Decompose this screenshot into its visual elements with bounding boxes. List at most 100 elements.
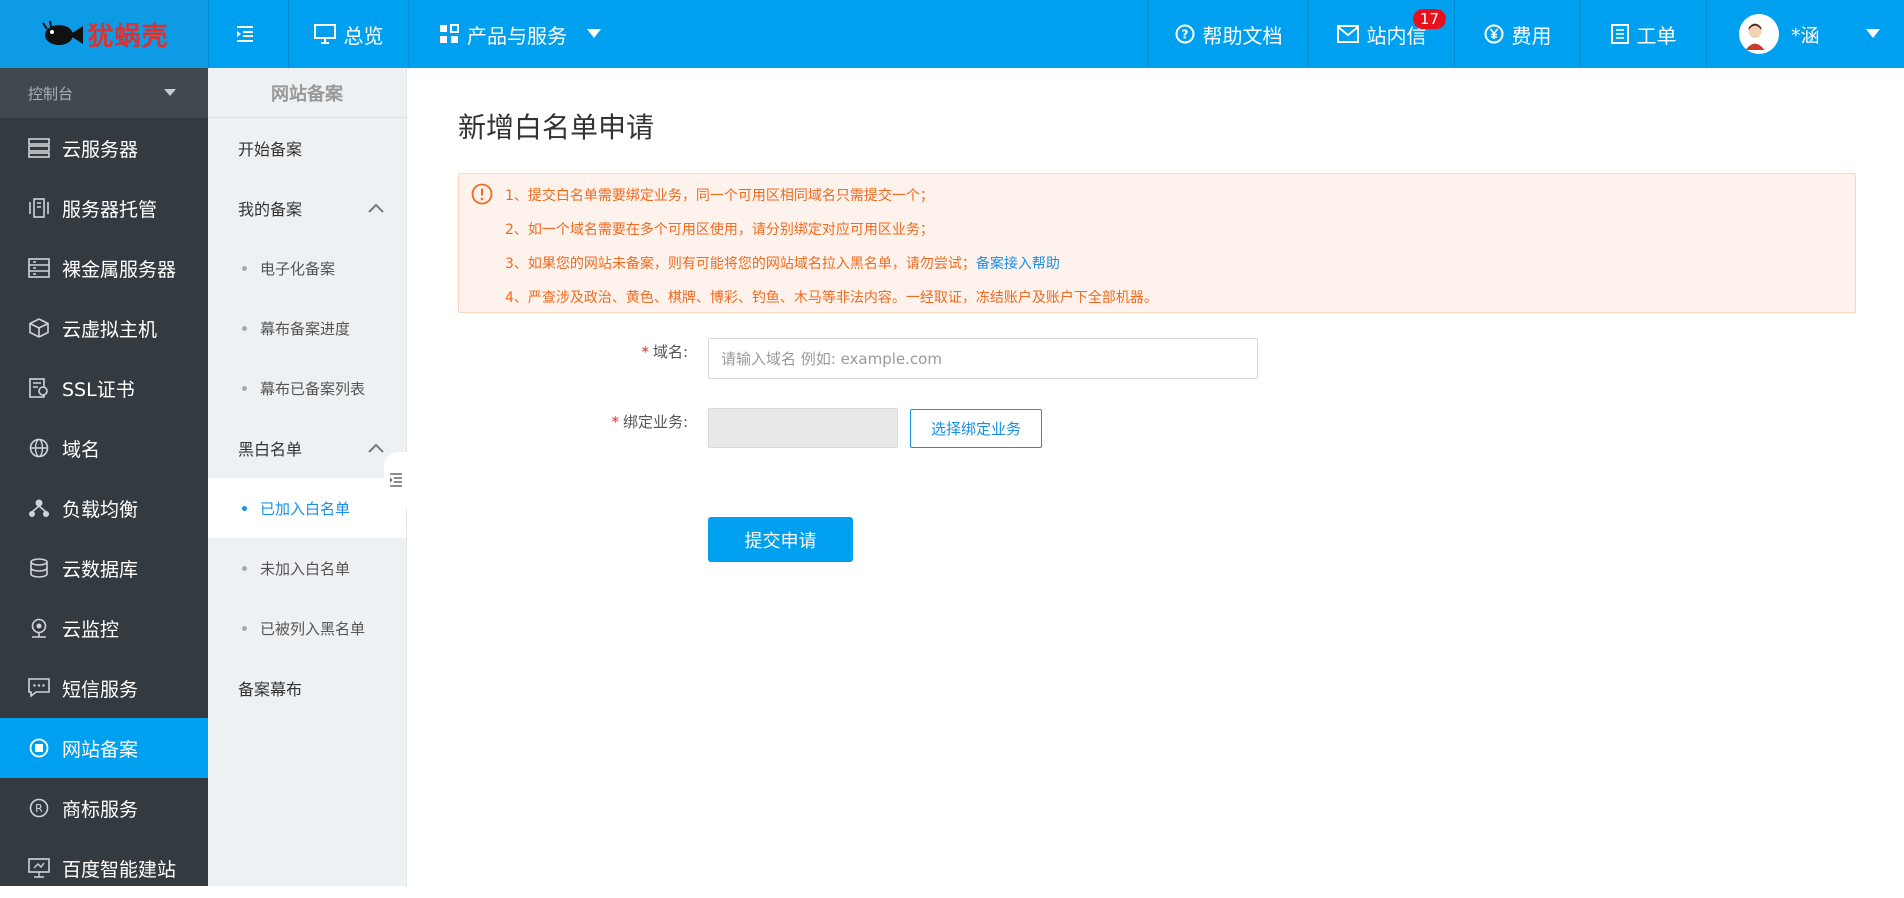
- monitor-icon: [313, 24, 336, 44]
- sidebar-item-label: 网站备案: [62, 738, 139, 761]
- notice-line-2: 2、如一个域名需要在多个可用区使用，请分别绑定对应可用区业务；: [505, 222, 934, 238]
- sidebar-item-domain[interactable]: 域名: [0, 418, 208, 478]
- submenu-item-label: 幕布备案进度: [260, 319, 351, 338]
- submenu-item-curtain-list[interactable]: 幕布已备案列表: [208, 358, 406, 418]
- warning-icon: [471, 183, 493, 205]
- bullet-dot: [242, 325, 247, 331]
- trademark-icon: R: [29, 798, 49, 818]
- submenu-item-blacklisted[interactable]: 已被列入黑名单: [208, 598, 406, 658]
- caret-down-icon: [1865, 29, 1880, 38]
- submit-button[interactable]: 提交申请: [708, 517, 853, 562]
- bind-service-label: * 绑定业务:: [508, 411, 688, 432]
- console-label: 控制台: [28, 84, 74, 103]
- sidebar-item-virtual-host[interactable]: 云虚拟主机: [0, 298, 208, 358]
- baremetal-icon: [28, 258, 50, 278]
- submenu-item-label: 未加入白名单: [260, 559, 351, 578]
- svg-text:R: R: [35, 802, 43, 815]
- console-switcher[interactable]: 控制台: [0, 68, 208, 118]
- sidebar-item-label: 云虚拟主机: [62, 318, 158, 341]
- nav-overview[interactable]: 总览: [288, 0, 408, 68]
- message-count-badge: 17: [1412, 9, 1446, 29]
- monitor-icon: [28, 858, 50, 878]
- menu-toggle-button[interactable]: [208, 0, 288, 68]
- menu-fold-icon: [236, 26, 253, 42]
- page-title: 新增白名单申请: [458, 111, 655, 144]
- sidebar-item-baremetal[interactable]: 裸金属服务器: [0, 238, 208, 298]
- svg-text:?: ?: [1181, 28, 1188, 42]
- sidebar-item-sms[interactable]: 短信服务: [0, 658, 208, 718]
- submenu-item-whitelisted[interactable]: 已加入白名单: [208, 478, 406, 538]
- sidebar-item-label: 云服务器: [62, 138, 139, 161]
- nav-tickets-label: 工单: [1636, 23, 1677, 48]
- secondary-menu: 网站备案 开始备案 我的备案 电子化备案 幕布备案进度 幕布已备案列表 黑白名单…: [208, 68, 407, 886]
- sidebar-item-label: 裸金属服务器: [62, 258, 177, 281]
- user-avatar-icon: [1745, 23, 1765, 50]
- notice-line-1: 1、提交白名单需要绑定业务，同一个可用区相同域名只需提交一个；: [505, 188, 934, 204]
- bullet-dot: [242, 265, 247, 271]
- submenu-item-label: 备案幕布: [238, 680, 303, 699]
- nav-help[interactable]: ? 帮助文档: [1148, 0, 1308, 68]
- hosting-icon: [29, 198, 49, 218]
- sidebar-item-label: 域名: [62, 438, 101, 461]
- bullet-dot: [242, 385, 247, 391]
- submenu-item-not-whitelisted[interactable]: 未加入白名单: [208, 538, 406, 598]
- submenu-item-electronic-record[interactable]: 电子化备案: [208, 238, 406, 298]
- submenu-item-label: 开始备案: [238, 140, 303, 159]
- submenu-group-label: 我的备案: [238, 200, 303, 219]
- chevron-up-icon: [368, 443, 384, 453]
- submenu-group-my-record[interactable]: 我的备案: [208, 178, 406, 238]
- sidebar-item-hosting[interactable]: 服务器托管: [0, 178, 208, 238]
- caret-down-icon: [164, 89, 176, 96]
- sidebar-item-monitor[interactable]: 云监控: [0, 598, 208, 658]
- bound-service-display: [708, 408, 898, 448]
- bullet-dot: [242, 505, 247, 511]
- submenu-collapse-button[interactable]: [384, 452, 408, 508]
- submenu-item-start-record[interactable]: 开始备案: [208, 118, 406, 178]
- main-content: 新增白名单申请 1、提交白名单需要绑定业务，同一个可用区相同域名只需提交一个； …: [408, 68, 1904, 886]
- chevron-up-icon: [368, 203, 384, 213]
- globe-icon: [29, 438, 49, 458]
- sidebar-item-label: 百度智能建站: [62, 858, 177, 881]
- submenu-title: 网站备案: [208, 68, 406, 118]
- submenu-group-blackwhite[interactable]: 黑白名单: [208, 418, 406, 478]
- sidebar-item-label: 云数据库: [62, 558, 139, 581]
- nav-products[interactable]: 产品与服务: [408, 0, 632, 68]
- sidebar-item-database[interactable]: 云数据库: [0, 538, 208, 598]
- sidebar-item-ssl[interactable]: SSL证书: [0, 358, 208, 418]
- balance-icon: [29, 499, 49, 517]
- required-marker: *: [641, 343, 649, 361]
- notice-line-3: 3、如果您的网站未备案，则有可能将您的网站域名拉入黑名单，请勿尝试；备案接入帮助: [505, 253, 1060, 273]
- select-service-button[interactable]: 选择绑定业务: [910, 409, 1042, 448]
- submenu-item-record-curtain[interactable]: 备案幕布: [208, 658, 406, 718]
- logo[interactable]: 犹蜗壳: [0, 0, 208, 68]
- required-marker: *: [611, 413, 619, 431]
- submenu-item-label: 已加入白名单: [260, 499, 351, 518]
- submenu-item-curtain-progress[interactable]: 幕布备案进度: [208, 298, 406, 358]
- grid-icon: [440, 24, 459, 43]
- user-name: *涵: [1791, 24, 1820, 47]
- sidebar-item-label: 负载均衡: [62, 498, 139, 521]
- sidebar-item-website-record[interactable]: 网站备案: [0, 718, 208, 778]
- avatar: [1739, 14, 1779, 54]
- record-icon: [29, 738, 49, 758]
- database-icon: [30, 558, 48, 578]
- sidebar-item-label: 云监控: [62, 618, 120, 641]
- record-help-link[interactable]: 备案接入帮助: [976, 256, 1060, 272]
- sidebar-item-cloud-server[interactable]: 云服务器: [0, 118, 208, 178]
- domain-label-text: 域名:: [652, 343, 688, 361]
- bind-service-label-text: 绑定业务:: [622, 413, 688, 431]
- sidebar-item-load-balancer[interactable]: 负载均衡: [0, 478, 208, 538]
- camera-icon: [31, 618, 47, 638]
- help-icon: ?: [1175, 24, 1194, 44]
- logo-text: 犹蜗壳: [87, 21, 169, 52]
- domain-input[interactable]: [708, 338, 1258, 379]
- nav-tickets[interactable]: 工单: [1580, 0, 1706, 68]
- bullet-dot: [242, 625, 247, 631]
- nav-help-label: 帮助文档: [1202, 23, 1283, 48]
- sidebar-item-site-builder[interactable]: 百度智能建站: [0, 838, 208, 898]
- nav-messages[interactable]: 站内信 17: [1308, 0, 1454, 68]
- user-menu[interactable]: *涵: [1706, 0, 1904, 68]
- logo-fish-icon: [42, 20, 84, 45]
- nav-billing[interactable]: 费用: [1454, 0, 1580, 68]
- sidebar-item-trademark[interactable]: R 商标服务: [0, 778, 208, 838]
